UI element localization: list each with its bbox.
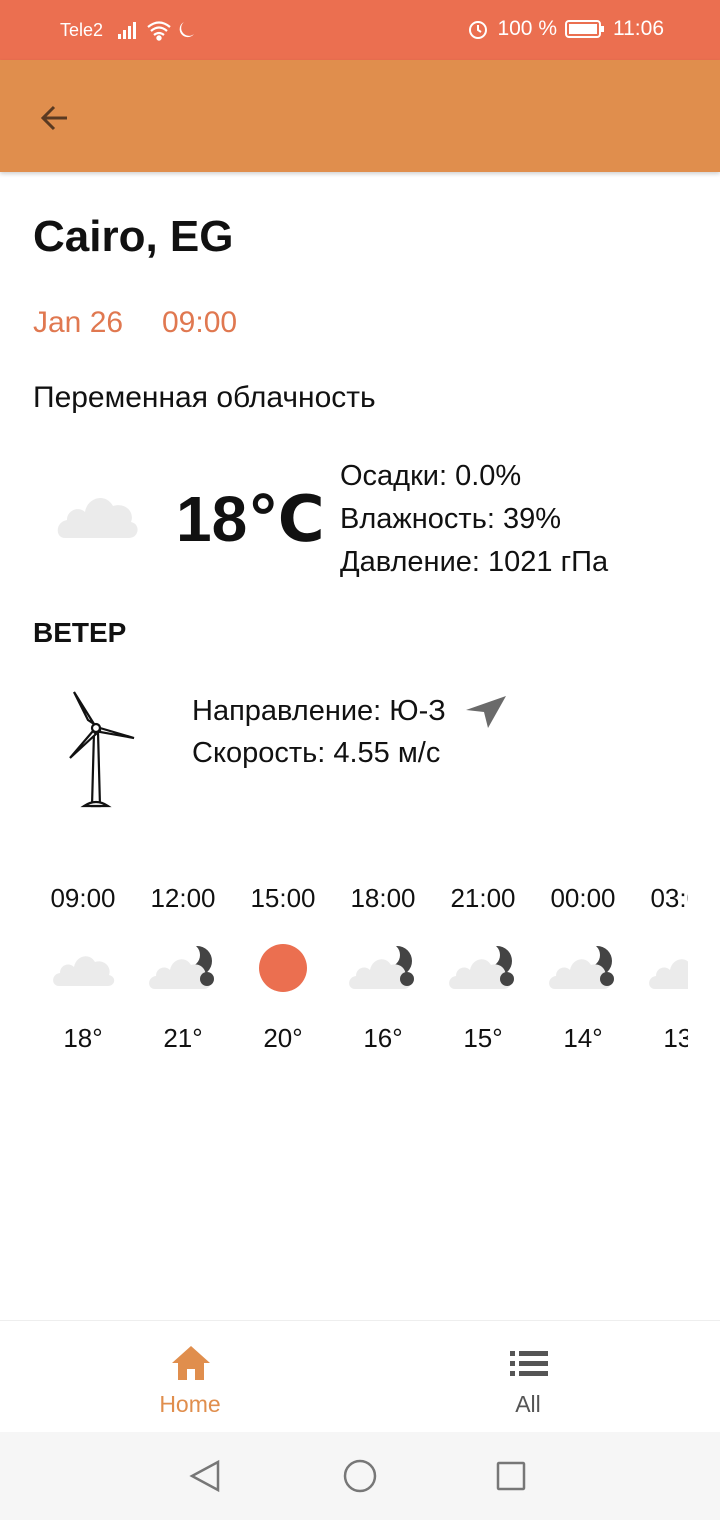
city-title: Cairo, EG xyxy=(33,212,234,261)
wind-turbine-icon xyxy=(64,688,140,823)
forecast-item-temp: 13° xyxy=(663,1023,688,1053)
forecast-item: 09:00 18° xyxy=(33,878,133,1058)
nav-recents-icon xyxy=(496,1461,526,1491)
signal-icon xyxy=(118,22,136,39)
direction-arrow-icon xyxy=(464,694,508,735)
cloud-moon-icon xyxy=(333,918,433,1018)
cloud-moon-icon xyxy=(133,918,233,1018)
system-nav-bar xyxy=(0,1432,720,1520)
battery-icon xyxy=(565,20,604,38)
forecast-item-temp: 14° xyxy=(563,1023,603,1053)
precipitation-text: Осадки: 0.0% xyxy=(340,460,522,492)
forecast-item-time: 00:00 xyxy=(550,883,616,913)
cloud-moon-icon xyxy=(533,918,633,1018)
wind-direction-text: Направление: Ю-З xyxy=(192,695,446,727)
forecast-item-temp: 20° xyxy=(263,1023,303,1053)
current-temperature: 18℃ xyxy=(176,483,325,555)
forecast-item-temp: 21° xyxy=(163,1023,203,1053)
forecast-item: 00:00 14° xyxy=(533,878,633,1058)
wifi-icon xyxy=(147,21,171,41)
nav-home[interactable]: Home xyxy=(90,1321,290,1433)
forecast-item: 18:00 16° xyxy=(333,878,433,1058)
cloud-icon xyxy=(33,918,133,1018)
sun-icon xyxy=(233,918,333,1018)
nav-home-circle-icon xyxy=(343,1459,377,1493)
home-icon xyxy=(172,1346,210,1380)
hourly-forecast[interactable]: 09:00 18° 12:00 21° 15:00 20° 18:00 16° 21:00 15°… xyxy=(33,878,688,1068)
moon-icon xyxy=(179,22,194,38)
cloud-moon-icon xyxy=(633,918,688,1018)
forecast-item: 15:00 20° xyxy=(233,878,333,1058)
battery-percent: 100 % xyxy=(497,17,557,40)
back-button[interactable] xyxy=(30,93,80,143)
forecast-item: 21:00 15° xyxy=(433,878,533,1058)
status-icons-left xyxy=(118,18,198,48)
forecast-item-temp: 16° xyxy=(363,1023,403,1053)
forecast-item-time: 15:00 xyxy=(250,883,316,913)
bottom-navigation: Home All xyxy=(0,1320,720,1433)
cloud-icon xyxy=(55,486,139,545)
weather-description: Переменная облачность xyxy=(33,381,376,414)
app-bar xyxy=(0,60,720,172)
status-time: 11:06 xyxy=(613,17,664,40)
forecast-item: 03:00 13° xyxy=(633,878,688,1058)
wind-info: Направление: Ю-З Скорость: 4.55 м/с xyxy=(192,690,446,774)
cloud-moon-icon xyxy=(433,918,533,1018)
forecast-time: 09:00 xyxy=(162,306,238,339)
arrow-back-icon xyxy=(40,105,67,131)
weather-details: Осадки: 0.0% Влажность: 39% Давление: 10… xyxy=(340,455,608,584)
forecast-item-time: 18:00 xyxy=(350,883,416,913)
forecast-item-time: 09:00 xyxy=(50,883,116,913)
forecast-item-time: 12:00 xyxy=(150,883,216,913)
forecast-item-temp: 18° xyxy=(63,1023,103,1053)
forecast-item-temp: 15° xyxy=(463,1023,503,1053)
forecast-strip: 09:00 18° 12:00 21° 15:00 20° 18:00 16° 21:00 15°… xyxy=(33,878,688,1058)
list-icon xyxy=(510,1351,548,1376)
nav-back-icon xyxy=(189,1459,220,1493)
alarm-icon xyxy=(469,21,488,39)
forecast-date: Jan 26 xyxy=(33,306,124,339)
forecast-item: 12:00 21° xyxy=(133,878,233,1058)
pressure-text: Давление: 1021 гПа xyxy=(340,546,609,578)
status-icons-right: 100 % 11:06 xyxy=(467,17,664,41)
nav-all-label: All xyxy=(515,1391,541,1417)
nav-all[interactable]: All xyxy=(428,1321,628,1433)
humidity-text: Влажность: 39% xyxy=(340,503,561,535)
nav-home-label: Home xyxy=(159,1391,221,1417)
status-bar: Tele2 100 % 11:06 xyxy=(0,0,720,60)
forecast-item-time: 03:00 xyxy=(650,883,688,913)
carrier-name: Tele2 xyxy=(60,20,104,40)
wind-heading: ВЕТЕР xyxy=(33,617,127,648)
wind-speed-text: Скорость: 4.55 м/с xyxy=(192,737,441,769)
forecast-item-time: 21:00 xyxy=(450,883,516,913)
